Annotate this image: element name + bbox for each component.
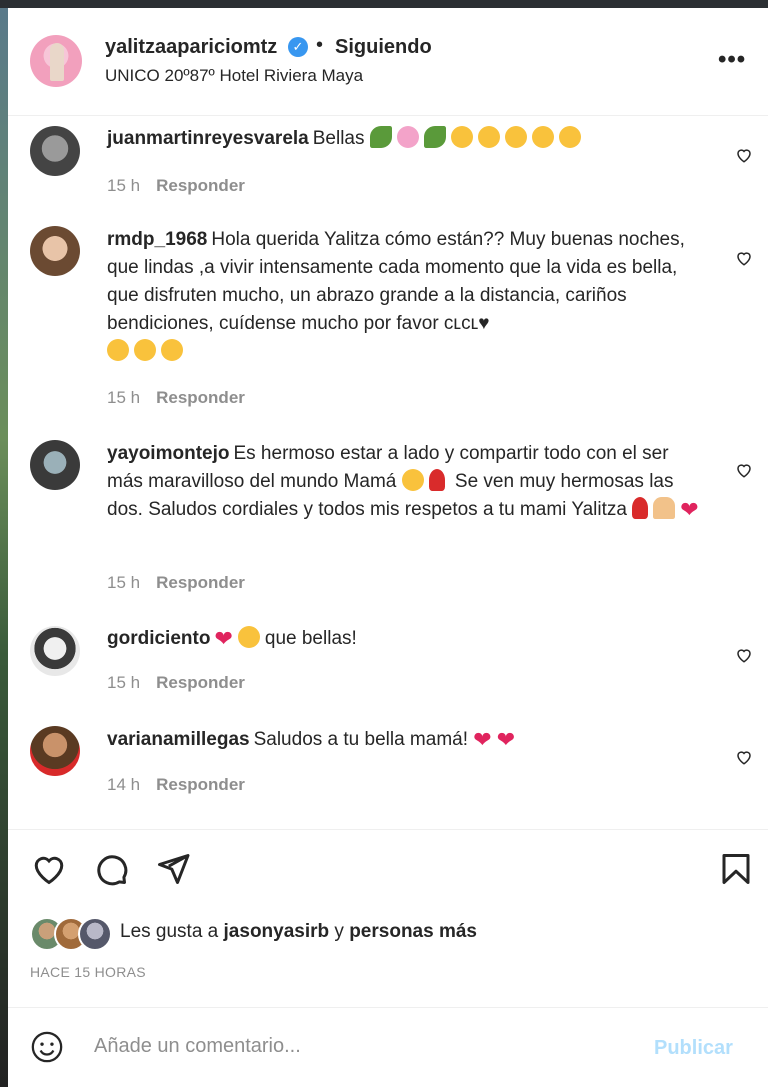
author-username[interactable]: yalitzaapariciomtz	[105, 36, 277, 59]
like-comment-heart-icon[interactable]	[735, 249, 753, 267]
likes-prefix: Les gusta a	[120, 921, 219, 942]
like-comment-heart-icon[interactable]	[735, 748, 753, 766]
reply-button[interactable]: Responder	[156, 775, 245, 794]
heart-eyes-emoji-icon	[450, 126, 473, 148]
commenter-avatar[interactable]	[30, 626, 80, 676]
actions-divider	[8, 829, 768, 830]
commenter-avatar[interactable]	[30, 226, 80, 276]
save-bookmark-icon[interactable]	[718, 851, 754, 887]
comment-time: 15 h	[107, 573, 141, 592]
comment-message: que bellas!	[264, 628, 357, 649]
reply-button[interactable]: Responder	[156, 388, 245, 407]
clap-emoji-icon	[558, 126, 581, 148]
commenter-username[interactable]: rmdp_1968	[107, 229, 207, 250]
like-comment-heart-icon[interactable]	[735, 646, 753, 664]
red-heart-emoji-icon: ❤	[680, 497, 699, 522]
comment-message: Saludos a tu bella mamá!	[253, 729, 468, 750]
comment-time: 15 h	[107, 388, 141, 407]
heart-eyes-emoji-icon	[477, 126, 500, 148]
comment-bubble-icon[interactable]	[93, 851, 129, 887]
comment-text: juanmartinreyesvarela Bellas	[107, 125, 707, 153]
pray-emoji-icon	[653, 497, 676, 519]
likes-summary: Les gusta a jasonyasirb y personas más	[120, 921, 477, 943]
like-comment-heart-icon[interactable]	[735, 461, 753, 479]
leaf-emoji-icon	[369, 126, 392, 148]
comment-meta: 15 h Responder	[107, 673, 245, 693]
background-photo-edge	[0, 8, 8, 1087]
kiss-emoji-icon	[134, 339, 156, 361]
commenter-avatar[interactable]	[30, 440, 80, 490]
commenter-avatar[interactable]	[30, 726, 80, 776]
raised-hands-emoji-icon	[237, 626, 260, 648]
post-timestamp: HACE 15 HORAS	[30, 964, 146, 980]
author-avatar[interactable]	[30, 35, 82, 87]
separator-dot: •	[316, 34, 324, 56]
reply-button[interactable]: Responder	[156, 673, 245, 692]
comment-input[interactable]	[92, 1034, 616, 1059]
like-comment-heart-icon[interactable]	[735, 146, 753, 164]
reply-button[interactable]: Responder	[156, 176, 245, 195]
comment-meta: 15 h Responder	[107, 388, 245, 408]
rose-emoji-icon	[428, 469, 445, 491]
flower-emoji-icon	[396, 126, 419, 148]
clap-emoji-icon	[504, 126, 527, 148]
liker-avatar[interactable]	[78, 917, 112, 951]
clap-emoji-icon	[531, 126, 554, 148]
comment-meta: 15 h Responder	[107, 176, 245, 196]
post-location[interactable]: UNICO 20º87º Hotel Riviera Maya	[105, 66, 363, 86]
comment-text: yayoimontejo Es hermoso estar a lado y co…	[107, 440, 707, 524]
like-heart-icon[interactable]	[31, 851, 67, 887]
kiss-emoji-icon	[161, 339, 183, 361]
emoji-picker-icon[interactable]	[30, 1030, 64, 1064]
comment-time: 14 h	[107, 775, 141, 794]
comment-text: rmdp_1968 Hola querida Yalitza cómo están…	[107, 226, 707, 366]
comment-meta: 14 h Responder	[107, 775, 245, 795]
window-top-strip	[0, 0, 768, 8]
post-panel: yalitzaapariciomtz ✓ • Siguiendo UNICO 2…	[8, 8, 768, 1087]
following-button[interactable]: Siguiendo	[335, 36, 432, 59]
verified-badge-icon: ✓	[288, 37, 308, 57]
comment-text: varianamillegas Saludos a tu bella mamá! …	[107, 726, 707, 754]
more-options-icon[interactable]: •••	[718, 46, 746, 74]
share-paper-plane-icon[interactable]	[155, 851, 191, 887]
commenter-username[interactable]: yayoimontejo	[107, 443, 229, 464]
commenter-username[interactable]: varianamillegas	[107, 729, 250, 750]
comment-message: Bellas	[312, 128, 365, 149]
commenter-username[interactable]: juanmartinreyesvarela	[107, 128, 309, 149]
comment-time: 15 h	[107, 673, 141, 692]
red-heart-emoji-icon: ❤	[214, 626, 233, 651]
publish-button[interactable]: Publicar	[654, 1037, 733, 1060]
scream-emoji-icon	[401, 469, 424, 491]
comment-time: 15 h	[107, 176, 141, 195]
likes-conjunction: y	[334, 921, 344, 942]
kiss-emoji-icon	[107, 339, 129, 361]
reply-button[interactable]: Responder	[156, 573, 245, 592]
composer-divider	[8, 1007, 768, 1008]
red-heart-emoji-icon: ❤	[473, 727, 492, 752]
commenter-avatar[interactable]	[30, 126, 80, 176]
liker-username[interactable]: jasonyasirb	[224, 921, 330, 942]
red-heart-emoji-icon: ❤	[496, 727, 516, 752]
comment-meta: 15 h Responder	[107, 573, 245, 593]
commenter-username[interactable]: gordiciento	[107, 628, 210, 649]
rose-emoji-icon	[632, 497, 649, 519]
post-header: yalitzaapariciomtz ✓ • Siguiendo UNICO 2…	[8, 8, 768, 116]
likes-others-link[interactable]: personas más	[349, 921, 477, 942]
comment-text: gordiciento ❤ que bellas!	[107, 625, 707, 653]
leaf-emoji-icon	[423, 126, 446, 148]
